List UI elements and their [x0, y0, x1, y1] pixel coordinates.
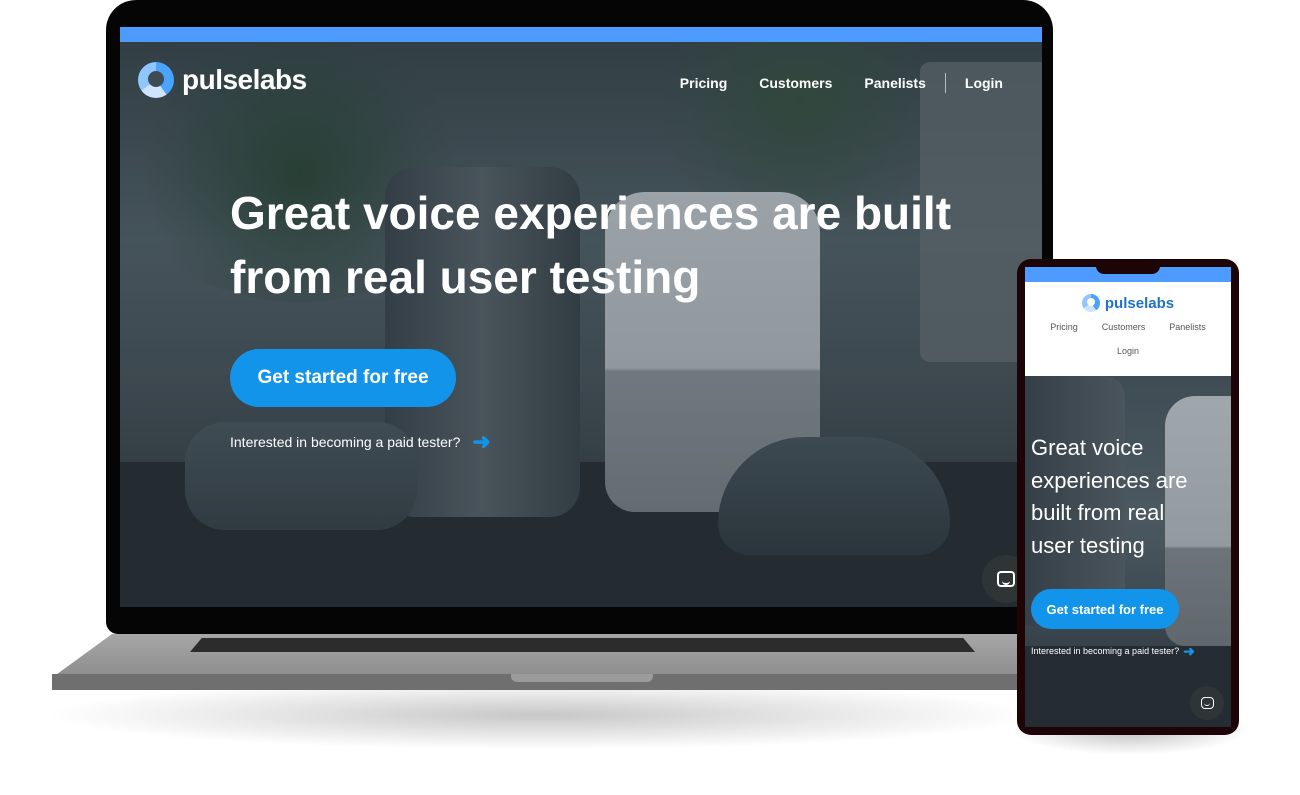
pulse-labs-logo-icon: [138, 62, 174, 98]
hero-title-line-1: Great voice experiences are built: [230, 187, 952, 239]
arrow-right-icon: ➜: [472, 429, 491, 454]
paid-tester-link-label: Interested in becoming a paid tester?: [230, 434, 461, 450]
phone-nav-login[interactable]: Login: [1117, 346, 1139, 356]
laptop-shadow: [40, 680, 1040, 750]
phone-nav-row-2: Login: [1025, 346, 1231, 356]
phone-nav-pricing[interactable]: Pricing: [1050, 322, 1078, 332]
nav-customers[interactable]: Customers: [759, 75, 832, 91]
phone-hero-title-line-2: experiences are: [1031, 467, 1188, 493]
phone-hero-title-line-1: Great voice: [1031, 435, 1144, 460]
brand-name: pulselabs: [182, 64, 307, 95]
get-started-button[interactable]: Get started for free: [230, 349, 456, 407]
main-nav: Pricing Customers Panelists Login: [680, 73, 1003, 93]
phone-nav-row-1: Pricing Customers Panelists: [1025, 322, 1231, 332]
nav-login[interactable]: Login: [965, 75, 1003, 91]
phone-paid-tester-link[interactable]: Interested in becoming a paid tester? ➜: [1031, 644, 1195, 658]
phone-get-started-button[interactable]: Get started for free: [1031, 589, 1179, 629]
phone-hero-title: Great voice experiences are built from r…: [1031, 432, 1188, 562]
laptop-keyboard-slot: [190, 638, 975, 652]
phone-notch: [1096, 262, 1160, 274]
paid-tester-link[interactable]: Interested in becoming a paid tester? ➜: [230, 431, 491, 453]
chat-bubble-icon: [997, 571, 1015, 587]
top-accent-strip: [120, 27, 1042, 42]
laptop-open-notch: [511, 674, 653, 682]
phone-chat-launcher-button[interactable]: [1190, 686, 1224, 720]
laptop-screen: pulselabs Pricing Customers Panelists Lo…: [120, 27, 1042, 607]
hero-title: Great voice experiences are built from r…: [230, 181, 951, 309]
pulse-labs-logo-icon: [1081, 294, 1100, 312]
nav-divider: [944, 73, 946, 93]
phone-screen: pulselabs Pricing Customers Panelists Lo…: [1025, 267, 1231, 727]
phone-nav-customers[interactable]: Customers: [1102, 322, 1146, 332]
chat-bubble-icon: [1200, 697, 1214, 709]
brand-logo[interactable]: pulselabs: [138, 62, 307, 98]
phone-header: pulselabs Pricing Customers Panelists Lo…: [1025, 282, 1231, 376]
phone-paid-tester-link-label: Interested in becoming a paid tester?: [1031, 646, 1180, 656]
phone-hero-title-line-4: user testing: [1031, 532, 1145, 558]
phone-nav-panelists[interactable]: Panelists: [1169, 322, 1206, 332]
phone-hero-title-line-3: built from real: [1031, 500, 1165, 525]
hero-title-line-2: from real user testing: [230, 251, 701, 303]
nav-pricing[interactable]: Pricing: [680, 75, 727, 91]
phone-brand-logo[interactable]: pulselabs: [1025, 294, 1231, 312]
arrow-right-icon: ➜: [1183, 643, 1195, 659]
nav-panelists[interactable]: Panelists: [864, 75, 925, 91]
hero-background-photo: [120, 42, 1042, 607]
phone-brand-name: pulselabs: [1104, 294, 1175, 312]
